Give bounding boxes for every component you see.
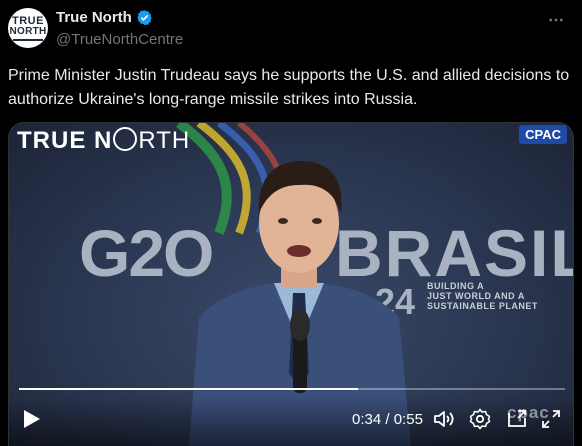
- author-name-row[interactable]: True North: [56, 9, 153, 26]
- video-player[interactable]: TRUE N RTH CPAC G2O BRASIL 24 BUILDING A …: [8, 122, 574, 446]
- avatar-line2: NORTH: [9, 25, 47, 37]
- author-handle[interactable]: @TrueNorthCentre: [56, 31, 183, 48]
- time-separator: /: [385, 411, 390, 428]
- tagline-line: BUILDING A: [427, 281, 485, 291]
- avatar-underline: [13, 38, 43, 41]
- fullscreen-icon[interactable]: [539, 407, 563, 431]
- watermark-text-a: TRUE N: [17, 127, 113, 154]
- compass-icon: [113, 127, 138, 151]
- tagline-line: JUST WORLD AND A: [427, 291, 525, 301]
- tweet-text: Prime Minister Justin Trudeau says he su…: [8, 67, 570, 108]
- verified-badge-icon: [137, 10, 152, 25]
- progress-bar[interactable]: [19, 388, 565, 390]
- progress-fill: [19, 388, 358, 390]
- author-name[interactable]: True North: [56, 9, 132, 26]
- tagline-line: SUSTAINABLE PLANET: [427, 301, 538, 311]
- settings-icon[interactable]: [468, 407, 492, 431]
- more-options-icon[interactable]: [546, 10, 566, 30]
- true-north-watermark: TRUE N RTH: [17, 127, 190, 155]
- picture-in-picture-icon[interactable]: [505, 407, 529, 431]
- time-display: 0:34 / 0:55: [352, 411, 423, 428]
- volume-icon[interactable]: [432, 407, 456, 431]
- current-time: 0:34: [352, 411, 382, 428]
- avatar[interactable]: TRUE NORTH: [8, 8, 48, 48]
- cpac-badge: CPAC: [519, 125, 567, 144]
- avatar-line1: TRUE: [12, 14, 44, 27]
- duration: 0:55: [393, 411, 423, 428]
- backdrop-tagline: BUILDING A JUST WORLD AND A SUSTAINABLE …: [427, 281, 538, 311]
- play-icon[interactable]: [23, 409, 41, 429]
